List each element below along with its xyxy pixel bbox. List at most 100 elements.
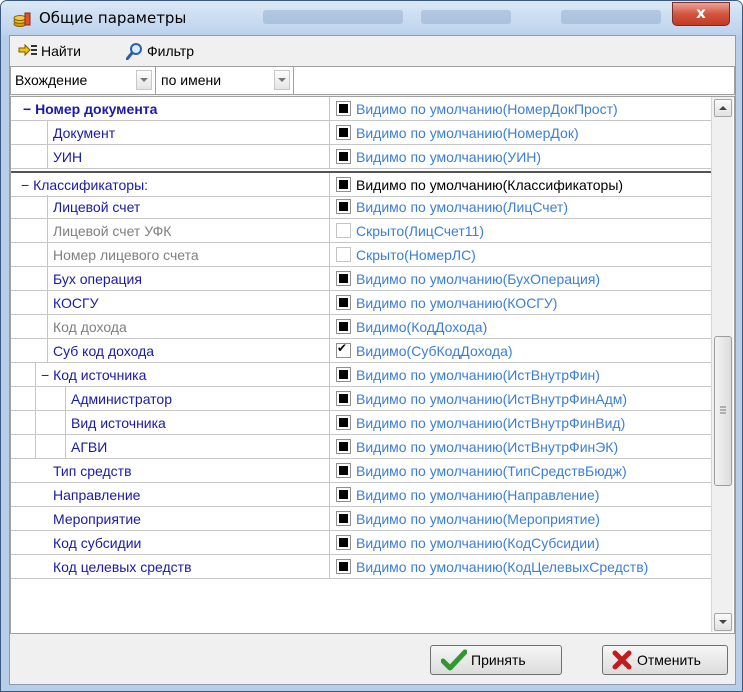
property-name-cell[interactable]: Код целевых средств	[11, 555, 330, 578]
visibility-cell[interactable]: Видимо по умолчанию(Направление)	[330, 483, 711, 506]
visibility-cell[interactable]: Видимо по умолчанию(Мероприятие)	[330, 507, 711, 530]
visibility-cell[interactable]: Видимо по умолчанию(КОСГУ)	[330, 291, 711, 314]
visibility-cell[interactable]: Видимо по умолчанию(БухОперация)	[330, 267, 711, 290]
grid-row[interactable]: КОСГУ Видимо по умолчанию(КОСГУ)	[11, 291, 711, 315]
grid-row[interactable]: − Номер документа Видимо по умолчанию(Ном…	[11, 97, 711, 121]
grid-row[interactable]: Направление Видимо по умолчанию(Направлен…	[11, 483, 711, 507]
grid-row[interactable]: Документ Видимо по умолчанию(НомерДок)	[11, 121, 711, 145]
visibility-checkbox[interactable]	[336, 271, 351, 286]
grid-row[interactable]: Администратор Видимо по умолчанию(ИстВнут…	[11, 387, 711, 411]
property-name: − Номер документа	[23, 101, 158, 117]
visibility-cell[interactable]: Скрыто(ЛицСчет11)	[330, 219, 711, 242]
find-icon	[18, 43, 37, 57]
visibility-checkbox[interactable]	[336, 439, 351, 454]
scroll-up-arrow[interactable]	[714, 99, 732, 117]
property-name-cell[interactable]: Вид источника	[11, 411, 330, 434]
property-name-cell[interactable]: Суб код дохода	[11, 339, 330, 362]
visibility-checkbox[interactable]	[336, 367, 351, 382]
property-name-cell[interactable]: Мероприятие	[11, 507, 330, 530]
property-name-cell[interactable]: Код дохода	[11, 315, 330, 338]
property-name-cell[interactable]: − Код источника	[11, 363, 330, 386]
property-name: Тип средств	[53, 463, 132, 479]
visibility-cell[interactable]: Видимо по умолчанию(ИстВнутрФинВид)	[330, 411, 711, 434]
find-button[interactable]: Найти	[18, 40, 81, 62]
visibility-cell[interactable]: Видимо по умолчанию(КодЦелевыхСредств)	[330, 555, 711, 578]
grid-row[interactable]: Суб код дохода Видимо(СубКодДохода)	[11, 339, 711, 363]
grid-row[interactable]: Вид источника Видимо по умолчанию(ИстВнут…	[11, 411, 711, 435]
visibility-checkbox[interactable]	[336, 247, 351, 262]
visibility-cell[interactable]: Видимо(КодДохода)	[330, 315, 711, 338]
grid-row[interactable]: Лицевой счет УФК Скрыто(ЛицСчет11)	[11, 219, 711, 243]
grid-row[interactable]: АГВИ Видимо по умолчанию(ИстВнутрФинЭК)	[11, 435, 711, 459]
match-mode-select[interactable]: Вхождение	[15, 69, 87, 90]
grid-row[interactable]: Код субсидии Видимо по умолчанию(КодСубси…	[11, 531, 711, 555]
property-name-cell[interactable]: Администратор	[11, 387, 330, 410]
visibility-cell[interactable]: Скрыто(НомерЛС)	[330, 243, 711, 266]
visibility-checkbox[interactable]	[336, 295, 351, 310]
property-name-cell[interactable]: Направление	[11, 483, 330, 506]
visibility-cell[interactable]: Видимо по умолчанию(НомерДокПрост)	[330, 97, 711, 120]
visibility-cell[interactable]: Видимо по умолчанию(Классификаторы)	[330, 173, 711, 196]
visibility-cell[interactable]: Видимо по умолчанию(НомерДок)	[330, 121, 711, 144]
visibility-checkbox[interactable]	[336, 535, 351, 550]
visibility-cell[interactable]: Видимо по умолчанию(ИстВнутрФинАдм)	[330, 387, 711, 410]
grid-row[interactable]: Номер лицевого счета Скрыто(НомерЛС)	[11, 243, 711, 267]
property-name-cell[interactable]: Документ	[11, 121, 330, 144]
visibility-checkbox[interactable]	[336, 223, 351, 238]
property-name-cell[interactable]: Лицевой счет	[11, 195, 330, 218]
visibility-checkbox[interactable]	[336, 199, 351, 214]
scroll-thumb[interactable]	[714, 336, 732, 486]
cancel-button[interactable]: Отменить	[602, 645, 728, 675]
visibility-checkbox[interactable]	[336, 391, 351, 406]
property-name-cell[interactable]: Код субсидии	[11, 531, 330, 554]
visibility-checkbox[interactable]	[336, 559, 351, 574]
grid-row[interactable]: УИН Видимо по умолчанию(УИН)	[11, 145, 711, 169]
visibility-checkbox[interactable]	[336, 177, 351, 192]
visibility-cell[interactable]: Видимо по умолчанию(ИстВнутрФин)	[330, 363, 711, 386]
search-input[interactable]	[299, 69, 729, 90]
vertical-scrollbar[interactable]	[711, 97, 733, 632]
grid-row[interactable]: − Классификаторы: Видимо по умолчанию(Кла…	[11, 171, 711, 197]
grid-row[interactable]: Бух операция Видимо по умолчанию(БухОпера…	[11, 267, 711, 291]
visibility-cell[interactable]: Видимо по умолчанию(КодСубсидии)	[330, 531, 711, 554]
visibility-checkbox[interactable]	[336, 511, 351, 526]
grid-row[interactable]: Код целевых средств Видимо по умолчанию(К…	[11, 555, 711, 579]
visibility-checkbox[interactable]	[336, 463, 351, 478]
visibility-checkbox[interactable]	[336, 415, 351, 430]
property-name-cell[interactable]: УИН	[11, 145, 330, 168]
visibility-cell[interactable]: Видимо по умолчанию(ИстВнутрФинЭК)	[330, 435, 711, 458]
visibility-checkbox[interactable]	[336, 341, 351, 358]
visibility-checkbox[interactable]	[336, 319, 351, 334]
visibility-cell[interactable]: Видимо(СубКодДохода)	[330, 339, 711, 362]
filter-button[interactable]: Фильтр	[126, 40, 194, 62]
visibility-checkbox[interactable]	[336, 125, 351, 140]
grid-row[interactable]: Мероприятие Видимо по умолчанию(Мероприят…	[11, 507, 711, 531]
property-name-cell[interactable]: − Классификаторы:	[11, 173, 330, 196]
grid-row[interactable]: Код дохода Видимо(КодДохода)	[11, 315, 711, 339]
search-field-select[interactable]: по имени	[161, 69, 221, 90]
property-name-cell[interactable]: Тип средств	[11, 459, 330, 482]
property-name-cell[interactable]: КОСГУ	[11, 291, 330, 314]
visibility-cell[interactable]: Видимо по умолчанию(УИН)	[330, 145, 711, 168]
visibility-checkbox[interactable]	[336, 487, 351, 502]
close-button[interactable]: x	[672, 2, 730, 26]
scroll-down-arrow[interactable]	[714, 613, 732, 631]
visibility-checkbox[interactable]	[336, 149, 351, 164]
visibility-cell[interactable]: Видимо по умолчанию(ЛицСчет)	[330, 195, 711, 218]
visibility-checkbox[interactable]	[336, 101, 351, 116]
chevron-down-icon[interactable]	[274, 70, 290, 90]
grid-row[interactable]: − Код источника Видимо по умолчанию(ИстВн…	[11, 363, 711, 387]
filter-label: Фильтр	[147, 43, 195, 59]
grid-row[interactable]: Тип средств Видимо по умолчанию(ТипСредст…	[11, 459, 711, 483]
magnifier-icon	[126, 43, 142, 60]
title-bar[interactable]: Общие параметры x	[1, 1, 742, 35]
accept-button[interactable]: Принять	[430, 645, 562, 675]
grid-row[interactable]: Лицевой счет Видимо по умолчанию(ЛицСчет)	[11, 195, 711, 219]
visibility-cell[interactable]: Видимо по умолчанию(ТипСредствБюдж)	[330, 459, 711, 482]
chevron-down-icon[interactable]	[136, 70, 152, 90]
property-name-cell[interactable]: АГВИ	[11, 435, 330, 458]
property-name-cell[interactable]: Лицевой счет УФК	[11, 219, 330, 242]
property-name-cell[interactable]: Номер лицевого счета	[11, 243, 330, 266]
property-name-cell[interactable]: − Номер документа	[11, 97, 330, 120]
property-name-cell[interactable]: Бух операция	[11, 267, 330, 290]
